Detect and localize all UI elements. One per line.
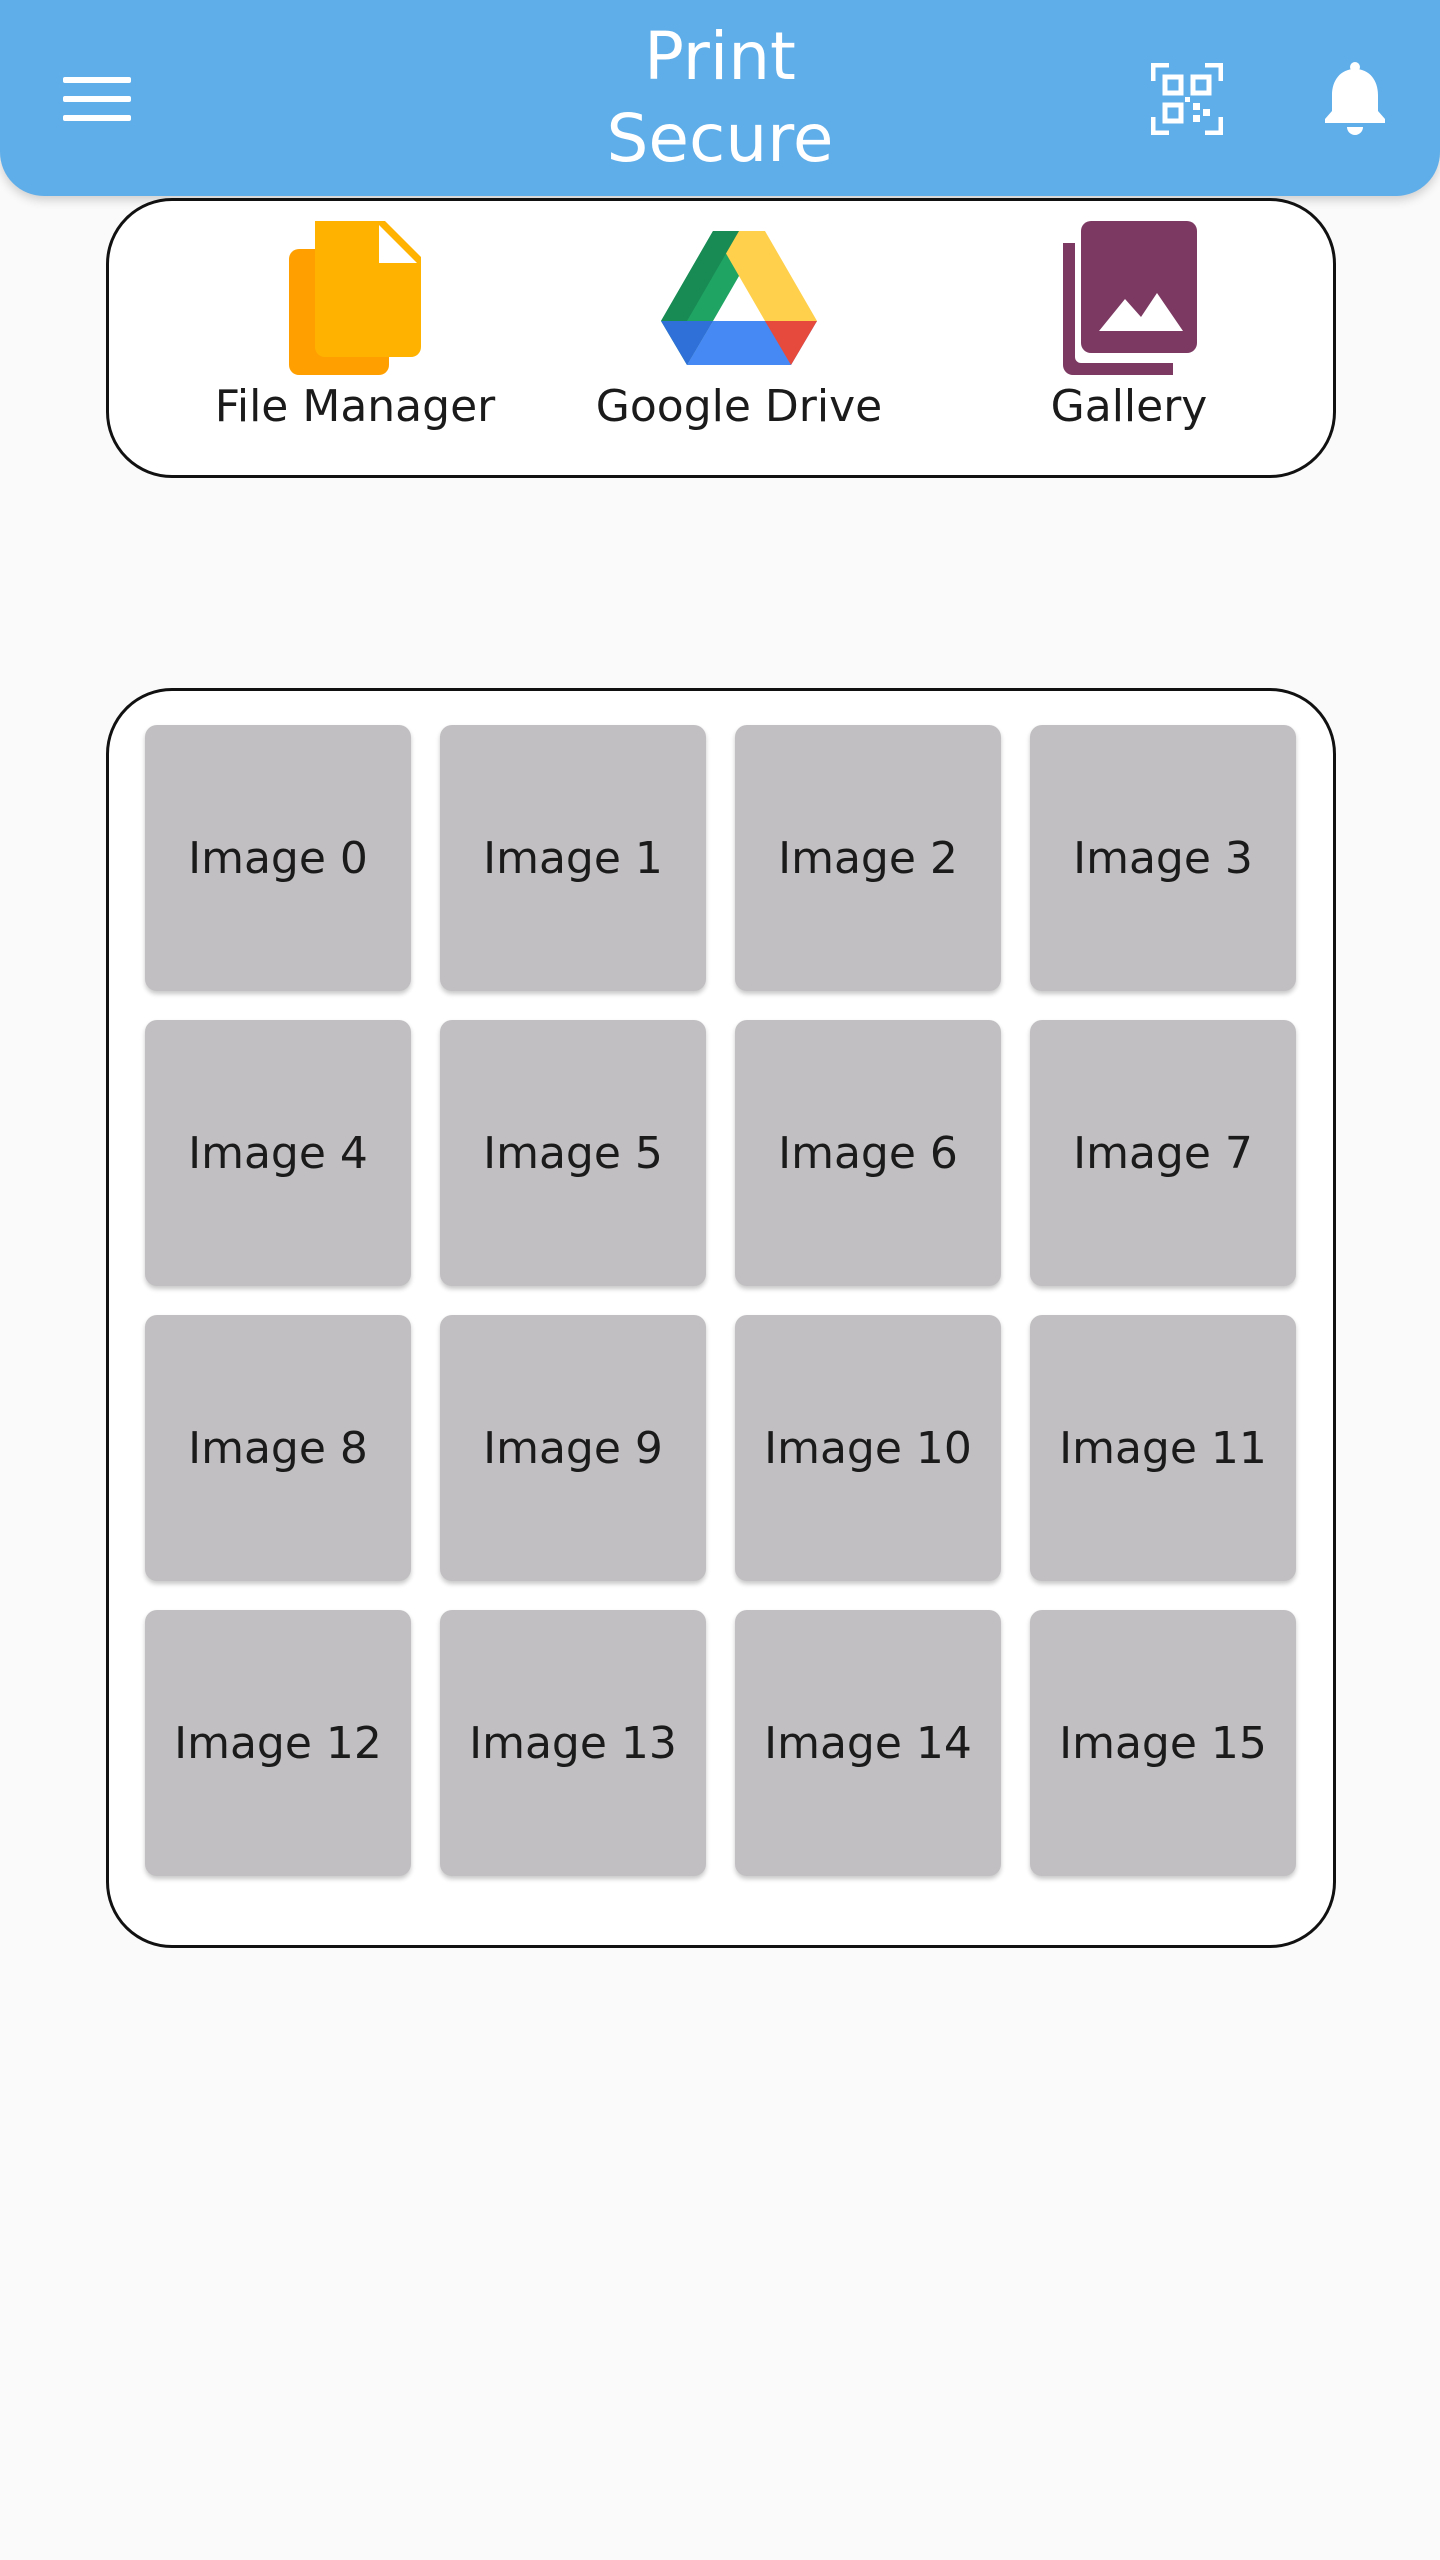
image-tile-label: Image 10 — [764, 1422, 972, 1474]
google-drive-button[interactable]: Google Drive — [589, 219, 889, 459]
source-label: Gallery — [1050, 381, 1208, 432]
image-tile[interactable]: Image 4 — [145, 1020, 411, 1286]
file-sources-card: File Manager Google Drive Gallery — [106, 198, 1336, 478]
gallery-button[interactable]: Gallery — [1009, 219, 1249, 459]
file-manager-button[interactable]: File Manager — [205, 219, 505, 459]
image-tile-label: Image 9 — [483, 1422, 663, 1474]
image-tile[interactable]: Image 8 — [145, 1315, 411, 1581]
file-manager-icon — [289, 221, 421, 375]
app-bar: Print Secure — [0, 0, 1440, 196]
image-tile-label: Image 2 — [778, 832, 958, 884]
image-tile[interactable]: Image 2 — [735, 725, 1001, 991]
image-tile[interactable]: Image 1 — [440, 725, 706, 991]
image-tile[interactable]: Image 11 — [1030, 1315, 1296, 1581]
google-drive-icon — [661, 231, 817, 365]
image-tile[interactable]: Image 3 — [1030, 725, 1296, 991]
image-tile-label: Image 7 — [1073, 1127, 1253, 1179]
image-tile[interactable]: Image 5 — [440, 1020, 706, 1286]
image-tile[interactable]: Image 15 — [1030, 1610, 1296, 1876]
image-tile-label: Image 15 — [1059, 1717, 1267, 1769]
image-tile-label: Image 12 — [174, 1717, 382, 1769]
image-grid-card: Image 0 Image 1 Image 2 Image 3 Image 4 Image… — [106, 688, 1336, 1948]
image-tile-label: Image 1 — [483, 832, 663, 884]
image-tile[interactable]: Image 9 — [440, 1315, 706, 1581]
menu-icon — [63, 77, 131, 121]
image-tile-label: Image 11 — [1059, 1422, 1267, 1474]
image-tile[interactable]: Image 7 — [1030, 1020, 1296, 1286]
source-label: Google Drive — [595, 381, 883, 432]
notifications-button[interactable] — [1310, 56, 1400, 142]
gallery-icon — [1063, 221, 1197, 375]
image-tile-label: Image 4 — [188, 1127, 368, 1179]
image-tile-label: Image 5 — [483, 1127, 663, 1179]
image-tile-label: Image 0 — [188, 832, 368, 884]
menu-button[interactable] — [52, 58, 142, 140]
image-tile-label: Image 8 — [188, 1422, 368, 1474]
qr-code-scan-icon — [1151, 63, 1223, 135]
image-tile-label: Image 14 — [764, 1717, 972, 1769]
app-title: Print Secure — [606, 18, 834, 177]
bell-icon — [1325, 62, 1385, 135]
image-tile-label: Image 6 — [778, 1127, 958, 1179]
image-tile[interactable]: Image 12 — [145, 1610, 411, 1876]
image-tile[interactable]: Image 6 — [735, 1020, 1001, 1286]
qr-scan-button[interactable] — [1142, 56, 1232, 142]
image-tile[interactable]: Image 10 — [735, 1315, 1001, 1581]
source-label: File Manager — [214, 381, 496, 432]
image-tile[interactable]: Image 14 — [735, 1610, 1001, 1876]
image-tile[interactable]: Image 13 — [440, 1610, 706, 1876]
image-tile-label: Image 3 — [1073, 832, 1253, 884]
image-tile[interactable]: Image 0 — [145, 725, 411, 991]
image-tile-label: Image 13 — [469, 1717, 677, 1769]
